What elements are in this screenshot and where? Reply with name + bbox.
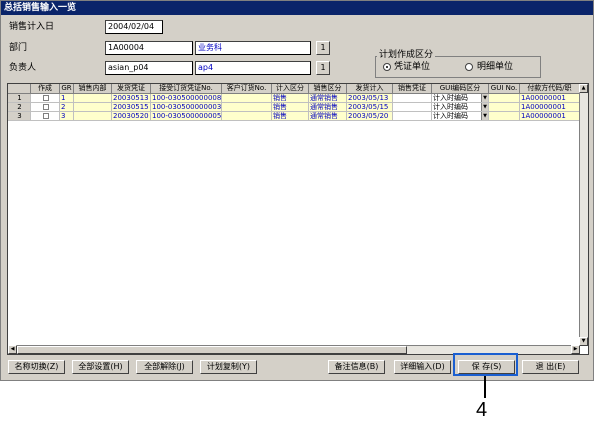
person-code-input[interactable]: asian_p04 [105,61,193,75]
row-entry-type: 销售 [272,103,309,112]
chevron-down-icon[interactable]: ▼ [481,94,488,102]
row-sales-internal[interactable] [74,112,112,121]
dept-label: 部门 [9,43,28,53]
col-header-ship-date: 发货计入 [347,84,393,94]
plan-group-title: 计划作成区分 [377,50,436,61]
dept-code-input[interactable]: 1A00004 [105,41,193,55]
row-payer: 1A00000001 [520,112,580,121]
person-label: 负责人 [9,63,37,73]
col-header-gr: GR [60,84,74,94]
row-gui-type-value: 计入时编码 [433,103,468,111]
radio-detail-unit[interactable] [465,63,473,71]
row-ship-date: 2003/05/20 [347,112,393,121]
select-all-button[interactable]: 全部设置(H) [72,360,129,374]
row-sales-type: 通常销售 [309,94,347,103]
col-header-payer: 付款方代码/职 [520,84,580,94]
row-gui-type-value: 计入时编码 [433,94,468,102]
row-order-no: 100-030500000003 [151,103,222,112]
dept-lookup-button[interactable]: 1 [316,41,330,55]
row-payer: 1A00000001 [520,103,580,112]
row-customer-order [222,112,272,121]
row-gr: 1 [60,94,74,103]
scroll-right-arrow-icon[interactable]: ▶ [571,345,580,354]
row-sales-voucher[interactable] [393,94,432,103]
radio-voucher-unit[interactable] [383,63,391,71]
chevron-down-icon[interactable]: ▼ [481,103,488,111]
row-gui-type-select[interactable]: 计入时编码 ▼ [432,103,489,112]
chevron-down-icon[interactable]: ▼ [481,112,488,120]
row-customer-order [222,94,272,103]
sales-date-label: 销售计入日 [9,22,55,32]
row-ship-voucher: 20030513 [112,94,151,103]
col-header-sales-voucher: 销售凭证 [393,84,432,94]
row-entry-type: 销售 [272,94,309,103]
callout-number: 4 [476,399,488,421]
col-header-customer-order: 客户订货No. [222,84,272,94]
radio-detail-label: 明细单位 [477,62,514,72]
row-entry-type: 销售 [272,112,309,121]
row-gui-no[interactable] [489,94,520,103]
person-name-field: ap4 [195,61,311,75]
plan-copy-button[interactable]: 计划复制(Y) [200,360,257,374]
row-sales-internal[interactable] [74,103,112,112]
main-window: 总括销售输入一览 销售计入日 2004/02/04 部门 1A00004 业务科… [0,0,594,381]
deselect-all-button[interactable]: 全部解除(J) [136,360,193,374]
sales-grid[interactable]: 作成 GR 销售内部 发货凭证 接受订货凭证No. 客户订货No. 计入区分 销… [7,83,589,355]
row-create-checkbox[interactable] [31,103,60,112]
window-title: 总括销售输入一览 [1,1,593,15]
col-header-gui-type: GUI编码区分 [432,84,489,94]
row-ship-date: 2003/05/15 [347,103,393,112]
callout-line [484,376,486,398]
name-switch-button[interactable]: 名称切换(Z) [8,360,65,374]
sales-date-input[interactable]: 2004/02/04 [105,20,163,34]
col-header-ship-voucher: 发货凭证 [112,84,151,94]
row-gui-type-value: 计入时编码 [433,112,468,120]
row-order-no: 100-030500000005 [151,112,222,121]
row-gui-no[interactable] [489,103,520,112]
save-highlight-box [453,353,518,376]
row-payer: 1A00000001 [520,94,580,103]
row-ship-date: 2003/05/13 [347,94,393,103]
row-gr: 3 [60,112,74,121]
row-sales-voucher[interactable] [393,103,432,112]
scroll-up-arrow-icon[interactable]: ▲ [579,84,588,93]
row-create-checkbox[interactable] [31,112,60,121]
row-gui-type-select[interactable]: 计入时编码 ▼ [432,112,489,121]
row-number: 3 [8,112,31,121]
row-create-checkbox[interactable] [31,94,60,103]
row-sales-type: 通常销售 [309,103,347,112]
col-header-order-no: 接受订货凭证No. [151,84,222,94]
row-sales-type: 通常销售 [309,112,347,121]
row-gui-no[interactable] [489,112,520,121]
row-sales-voucher[interactable] [393,112,432,121]
row-ship-voucher: 20030520 [112,112,151,121]
dept-name-field: 业务科 [195,41,311,55]
col-header-create: 作成 [31,84,60,94]
note-info-button[interactable]: 备注信息(B) [328,360,385,374]
col-header-entry-type: 计入区分 [272,84,309,94]
row-gui-type-select[interactable]: 计入时编码 ▼ [432,94,489,103]
scroll-left-arrow-icon[interactable]: ◀ [8,345,17,354]
vertical-scrollbar[interactable]: ▲ ▼ [579,84,588,346]
row-number: 1 [8,94,31,103]
row-number: 2 [8,103,31,112]
col-header-sales-internal: 销售内部 [74,84,112,94]
scroll-down-arrow-icon[interactable]: ▼ [579,337,588,346]
detail-input-button[interactable]: 详细输入(D) [394,360,451,374]
row-ship-voucher: 20030515 [112,103,151,112]
row-order-no: 100-030500000008 [151,94,222,103]
horizontal-scroll-thumb[interactable] [17,346,407,354]
radio-voucher-label: 凭证单位 [394,62,431,72]
col-header-gui-no: GUI No. [489,84,520,94]
exit-button[interactable]: 退 出(E) [522,360,579,374]
person-lookup-button[interactable]: 1 [316,61,330,75]
row-gr: 2 [60,103,74,112]
row-customer-order [222,103,272,112]
col-header-sales-type: 销售区分 [309,84,347,94]
row-sales-internal[interactable] [74,94,112,103]
col-header-rownum [8,84,31,94]
